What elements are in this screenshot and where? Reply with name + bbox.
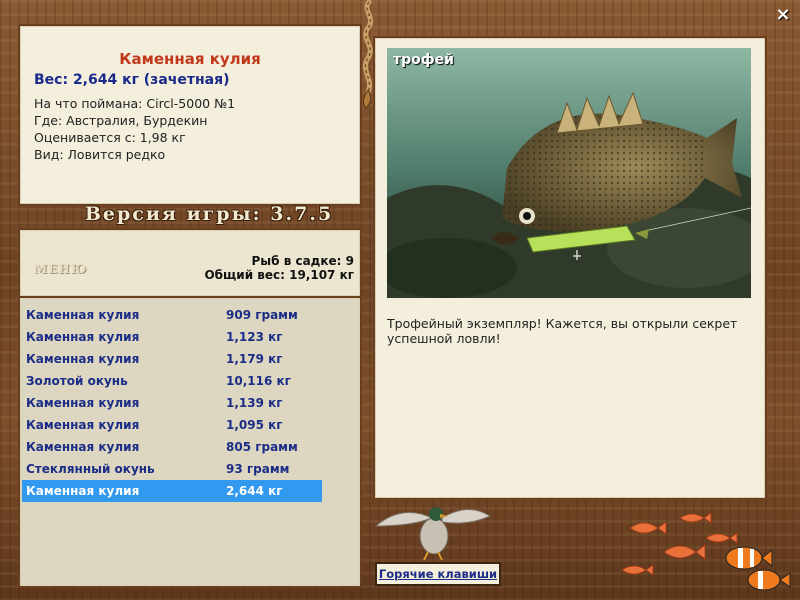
catch-fish-name: Каменная кулия	[26, 440, 140, 454]
catch-list-row[interactable]: Золотой окунь 10,116 кг	[22, 370, 322, 392]
valued-from-text: Оценивается с: 1,98 кг	[34, 130, 186, 145]
trophy-photo: трофей	[387, 48, 751, 298]
catch-list-row[interactable]: Каменная кулия 1,123 кг	[22, 326, 322, 348]
catch-fish-weight: 909 грамм	[226, 308, 298, 322]
fish-count-text: Рыб в садке: 9	[251, 254, 355, 268]
fish-name: Каменная кулия	[119, 50, 261, 68]
menu-button[interactable]: МЕНЮ	[34, 262, 87, 276]
catch-fish-name: Стеклянный окунь	[26, 462, 155, 476]
catch-fish-weight: 93 грамм	[226, 462, 290, 476]
catch-fish-name: Каменная кулия	[26, 396, 140, 410]
close-icon[interactable]: ×	[774, 6, 792, 24]
catch-fish-weight: 1,095 кг	[226, 418, 283, 432]
catch-stats: Рыб в садке: 9 Общий вес: 19,107 кг	[204, 254, 354, 282]
catch-fish-name: Золотой окунь	[26, 374, 128, 388]
species-note-text: Вид: Ловится редко	[34, 147, 166, 162]
location-text: Где: Австралия, Бурдекин	[34, 113, 208, 128]
catch-fish-name: Каменная кулия	[26, 330, 140, 344]
total-weight-text: Общий вес: 19,107 кг	[204, 268, 354, 282]
catch-fish-name: Каменная кулия	[26, 484, 140, 498]
trophy-label: трофей	[393, 52, 454, 68]
fish-info-panel: Каменная кулия Вес: 2,644 кг (зачетная) …	[18, 24, 362, 206]
catch-fish-weight: 1,179 кг	[226, 352, 283, 366]
catch-list-row[interactable]: Каменная кулия 805 грамм	[22, 436, 322, 458]
duck-icon	[374, 507, 492, 560]
catch-list-row[interactable]: Каменная кулия 1,179 кг	[22, 348, 322, 370]
fish-weight: Вес: 2,644 кг (зачетная)	[34, 72, 230, 88]
game-version-label: Версия игры: 3.7.5	[84, 203, 334, 225]
catch-list-row[interactable]: Каменная кулия 1,095 кг	[22, 414, 322, 436]
catch-list-row[interactable]: Стеклянный окунь 93 грамм	[22, 458, 322, 480]
caught-on-text: На что поймана: Circl-5000 №1	[34, 96, 236, 111]
catch-fish-name: Каменная кулия	[26, 308, 140, 322]
catch-fish-weight: 10,116 кг	[226, 374, 291, 388]
catch-list-row[interactable]: Каменная кулия 2,644 кг	[22, 480, 322, 502]
catch-list-row[interactable]: Каменная кулия 1,139 кг	[22, 392, 322, 414]
hotkeys-button[interactable]: Горячие клавиши	[375, 562, 501, 586]
catch-fish-name: Каменная кулия	[26, 352, 140, 366]
catch-fish-weight: 2,644 кг	[226, 484, 283, 498]
catch-fish-weight: 805 грамм	[226, 440, 298, 454]
trophy-panel: трофей Трофейный экземпляр! Кажется, вы …	[373, 36, 767, 500]
trophy-description: Трофейный экземпляр! Кажется, вы открыли…	[387, 316, 738, 346]
clownfish-icon	[725, 546, 791, 591]
catch-fish-weight: 1,123 кг	[226, 330, 283, 344]
catch-fish-weight: 1,139 кг	[226, 396, 283, 410]
catch-fish-name: Каменная кулия	[26, 418, 140, 432]
catch-summary-panel: МЕНЮ Рыб в садке: 9 Общий вес: 19,107 кг	[18, 228, 362, 298]
catch-list: Каменная кулия 909 грамм Каменная кулия 1,1…	[18, 296, 362, 588]
catch-list-row[interactable]: Каменная кулия 909 грамм	[22, 304, 322, 326]
